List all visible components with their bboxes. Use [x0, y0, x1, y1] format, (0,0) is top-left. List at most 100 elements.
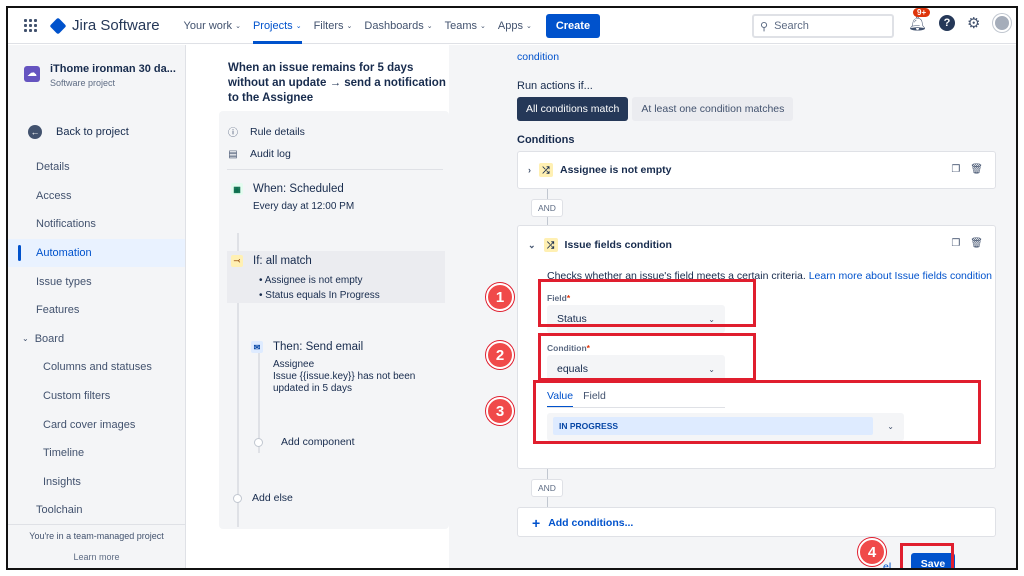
- condition-bullet: Status equals In Progress: [259, 288, 445, 303]
- sidebar-item-details[interactable]: Details: [8, 153, 185, 182]
- action-step[interactable]: ✉ Then: Send email Assignee Issue {{issu…: [251, 341, 445, 401]
- any-condition-button[interactable]: At least one condition matches: [632, 97, 794, 121]
- connector-line: [547, 217, 548, 225]
- condition-list: Assignee is not empty Status equals In P…: [259, 273, 445, 303]
- condition-link[interactable]: condition: [517, 51, 559, 63]
- add-component-label: Add component: [281, 436, 355, 448]
- search-input[interactable]: ⚲ Search: [752, 14, 894, 38]
- run-actions-label: Run actions if...: [517, 80, 593, 92]
- sidebar-item-label: Columns and statuses: [43, 361, 152, 374]
- condition-name: Assignee is not empty: [560, 164, 672, 176]
- sidebar-item-features[interactable]: Features: [8, 296, 185, 325]
- sidebar-item-card-cover-images[interactable]: Card cover images: [8, 410, 185, 439]
- nav-label: Your work: [183, 19, 233, 32]
- trigger-step[interactable]: ▦ When: Scheduled Every day at 12:00 PM: [231, 183, 445, 225]
- condition-header[interactable]: ⌄ ⤮ Issue fields condition: [528, 238, 672, 252]
- sidebar-item-notifications[interactable]: Notifications: [8, 210, 185, 239]
- cancel-button[interactable]: el: [883, 561, 891, 568]
- copy-icon[interactable]: ❐: [951, 238, 960, 249]
- jira-logo[interactable]: Jira Software: [49, 17, 160, 34]
- nav-filters[interactable]: Filters ⌄: [308, 8, 359, 44]
- all-conditions-button[interactable]: All conditions match: [517, 97, 629, 121]
- nav-label: Teams: [444, 19, 477, 32]
- condition-card-assignee[interactable]: › ⤮ Assignee is not empty ❐ 🗑︎: [517, 151, 996, 189]
- create-button[interactable]: Create: [545, 13, 601, 38]
- and-label: AND: [531, 479, 563, 497]
- and-label: AND: [531, 199, 563, 217]
- add-conditions-button[interactable]: + Add conditions...: [532, 515, 633, 531]
- help-icon[interactable]: ?: [939, 15, 956, 31]
- rule-details-link[interactable]: ⓘ Rule details: [227, 124, 305, 140]
- sidebar-item-columns-statuses[interactable]: Columns and statuses: [8, 353, 185, 382]
- plus-icon: +: [532, 515, 541, 531]
- project-name: iThome ironman 30 da...: [50, 63, 176, 75]
- nav-apps[interactable]: Apps ⌄: [492, 8, 538, 44]
- nav-label: Filters: [313, 19, 344, 32]
- app-switcher-icon[interactable]: [24, 18, 38, 33]
- add-else-button[interactable]: Add else: [233, 492, 293, 504]
- nav-dashboards[interactable]: Dashboards ⌄: [358, 8, 438, 44]
- chevron-down-icon: ⌄: [22, 334, 29, 344]
- learn-more-link[interactable]: Learn more about Issue fields condition: [809, 270, 992, 282]
- annotation-number-1: 1: [486, 283, 514, 311]
- condition-title: If: all match: [253, 255, 312, 267]
- circle-icon: [254, 437, 263, 447]
- sidebar-group-board[interactable]: ⌄ Board: [8, 325, 185, 354]
- nav-projects[interactable]: Projects ⌄: [247, 8, 308, 44]
- chevron-down-icon: ⌄: [525, 22, 532, 30]
- search-icon: ⚲: [760, 20, 769, 33]
- copy-icon[interactable]: ❐: [951, 164, 960, 175]
- sidebar-item-issue-types[interactable]: Issue types: [8, 267, 185, 296]
- condition-bullet: Assignee is not empty: [259, 273, 445, 288]
- sidebar-item-label: Details: [36, 161, 70, 174]
- sidebar-item-label: Issue types: [36, 275, 92, 288]
- avatar[interactable]: [992, 14, 1011, 32]
- chevron-down-icon: ⌄: [346, 22, 353, 30]
- match-mode-toggle: All conditions match At least one condit…: [517, 97, 797, 121]
- chevron-right-icon[interactable]: ›: [528, 165, 531, 175]
- condition-step[interactable]: ⤙ If: all match Assignee is not empty St…: [227, 251, 445, 303]
- sidebar-item-custom-filters[interactable]: Custom filters: [8, 382, 185, 411]
- add-conditions-card[interactable]: + Add conditions...: [517, 507, 996, 537]
- chevron-down-icon[interactable]: ⌄: [528, 240, 536, 251]
- project-sidebar: ☁ iThome ironman 30 da... Software proje…: [8, 45, 186, 568]
- project-header[interactable]: ☁ iThome ironman 30 da... Software proje…: [24, 63, 176, 88]
- notification-badge: 9+: [913, 8, 931, 17]
- nav-teams[interactable]: Teams ⌄: [439, 8, 492, 44]
- sidebar-item-automation[interactable]: Automation: [8, 238, 185, 268]
- add-component-button[interactable]: Add component: [254, 436, 355, 448]
- sidebar-item-access[interactable]: Access: [8, 182, 185, 211]
- rule-title: When an issue remains for 5 days without…: [228, 62, 446, 104]
- branch-icon: ⤙: [231, 255, 243, 267]
- sidebar-item-insights[interactable]: Insights: [8, 468, 185, 497]
- sidebar-item-toolchain[interactable]: Toolchain: [8, 496, 185, 525]
- action-title: Then: Send email: [273, 341, 364, 353]
- learn-more-link[interactable]: Learn more: [8, 552, 185, 562]
- chevron-down-icon: ⌄: [295, 22, 302, 30]
- audit-log-link[interactable]: ▤ Audit log: [227, 148, 291, 160]
- sidebar-item-label: Toolchain: [36, 504, 83, 517]
- sidebar-item-label: Notifications: [36, 218, 96, 231]
- annotation-box-4: [900, 543, 954, 568]
- sidebar-nav: Details Access Notifications Automation …: [8, 153, 185, 525]
- connector-line: [547, 469, 548, 479]
- sidebar-item-timeline[interactable]: Timeline: [8, 439, 185, 468]
- divider: [227, 169, 443, 170]
- rule-column: When an issue remains for 5 days without…: [219, 45, 449, 529]
- trash-icon[interactable]: 🗑︎: [970, 164, 983, 175]
- email-recipient: Assignee: [273, 359, 315, 370]
- top-icons: 🔔︎ 9+ ? ⚙: [908, 8, 1011, 32]
- shuffle-icon: ⤮: [543, 238, 558, 252]
- nav-menu: Your work ⌄ Projects ⌄ Filters ⌄ Dashboards…: [178, 8, 601, 44]
- conditions-heading: Conditions: [517, 134, 575, 146]
- nav-your-work[interactable]: Your work ⌄: [178, 8, 247, 44]
- sidebar-item-label: Board: [34, 332, 65, 345]
- chevron-down-icon: ⌄: [480, 22, 486, 30]
- gear-icon[interactable]: ⚙: [967, 14, 980, 32]
- back-to-project-link[interactable]: ← Back to project: [28, 125, 129, 139]
- notifications-bell-icon[interactable]: 🔔︎ 9+: [908, 8, 931, 32]
- nav-label: Dashboards: [364, 19, 424, 32]
- connector-line: [547, 497, 548, 507]
- annotation-box-2: [538, 333, 756, 381]
- trash-icon[interactable]: 🗑︎: [970, 238, 983, 249]
